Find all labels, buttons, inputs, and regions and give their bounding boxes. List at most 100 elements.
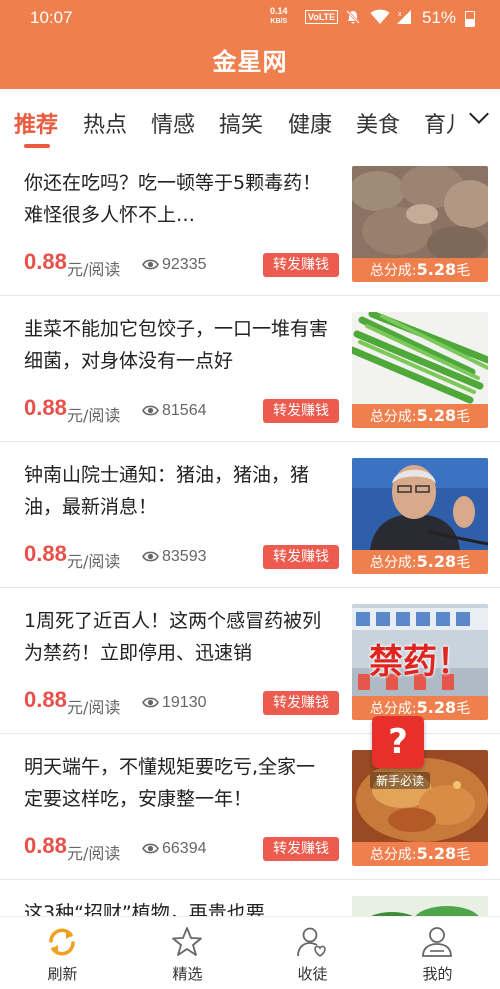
article-price: 0.88 [24, 395, 67, 420]
tab-hot[interactable]: 热点 [83, 107, 127, 139]
view-count: 81564 [162, 402, 207, 419]
tab-emotion[interactable]: 情感 [151, 107, 195, 139]
nav-label: 我的 [422, 965, 453, 983]
article-item[interactable]: 你还在吃吗？吃一顿等于5颗毒药！难怪很多人怀不上… 0.88 元/阅读 9233… [0, 149, 500, 296]
split-suffix: 毛 [456, 701, 471, 717]
chives-image [352, 312, 488, 404]
mute-icon [346, 10, 360, 24]
beginner-guide-button[interactable]: ? 新手必读 [370, 716, 430, 790]
split-prefix: 总分成: [369, 701, 417, 717]
nav-label: 精选 [172, 965, 203, 983]
article-price: 0.88 [24, 833, 67, 858]
article-item[interactable]: 韭菜不能加它包饺子，一口一堆有害细菌，对身体没有一点好 0.88 元/阅读 81… [0, 295, 500, 442]
eye-icon [142, 843, 159, 854]
tab-food[interactable]: 美食 [356, 107, 400, 139]
svg-text:x: x [398, 11, 402, 18]
wifi-icon [370, 9, 390, 24]
share-earn-button[interactable]: 转发赚钱 [263, 253, 339, 277]
nav-recruit[interactable]: 收徒 [250, 917, 375, 989]
split-suffix: 毛 [456, 263, 471, 279]
tab-funny[interactable]: 搞笑 [219, 107, 263, 139]
article-thumbnail[interactable]: 禁药！ 总分成:5.28毛 [352, 604, 488, 720]
article-item[interactable]: 1周死了近百人！这两个感冒药被列为禁药！立即停用、迅速销 0.88 元/阅读 1… [0, 587, 500, 734]
article-title[interactable]: 这3种“招财”植物，再贵也要 [24, 897, 334, 916]
bottom-nav: 刷新 精选 收徒 我的 [0, 916, 500, 989]
article-thumbnail[interactable]: 总分成:5.28毛 [352, 458, 488, 574]
price-unit: 元/阅读 [67, 260, 121, 279]
split-prefix: 总分成: [369, 409, 417, 425]
page-title: 金星网 [212, 48, 288, 76]
eye-icon [142, 405, 159, 416]
app-title-bar: 金星网 [0, 34, 500, 89]
article-title[interactable]: 钟南山院士通知：猪油，猪油，猪油，最新消息！ [24, 459, 334, 523]
share-split-bar: 总分成:5.28毛 [352, 404, 488, 428]
tab-recommend[interactable]: 推荐 [14, 107, 58, 139]
article-price: 0.88 [24, 687, 67, 712]
share-earn-button[interactable]: 转发赚钱 [263, 545, 339, 569]
chevron-down-icon[interactable] [469, 104, 489, 124]
beginner-guide-label[interactable]: 新手必读 [370, 772, 430, 789]
nav-me[interactable]: 我的 [375, 917, 500, 989]
status-bar: 10:07 0.14 KB/S VoLTE x 51% [0, 0, 500, 34]
volte-badge: VoLTE [305, 10, 339, 24]
article-item[interactable]: 钟南山院士通知：猪油，猪油，猪油，最新消息！ 0.88 元/阅读 83593 转… [0, 441, 500, 588]
price-unit: 元/阅读 [67, 406, 121, 425]
tab-more-area[interactable] [454, 89, 500, 149]
food-image [352, 166, 488, 258]
refresh-icon [49, 928, 75, 956]
share-earn-button[interactable]: 转发赚钱 [263, 837, 339, 861]
plant-image [352, 896, 488, 916]
user-heart-icon [297, 927, 326, 957]
star-icon [172, 927, 202, 956]
price-unit: 元/阅读 [67, 698, 121, 717]
article-title[interactable]: 明天端午，不懂规矩要吃亏,全家一定要这样吃，安康整一年！ [24, 751, 334, 815]
article-title[interactable]: 韭菜不能加它包饺子，一口一堆有害细菌，对身体没有一点好 [24, 313, 334, 377]
split-value: 5.28 [416, 260, 457, 279]
user-icon [422, 927, 452, 957]
signal-icon: x [397, 10, 411, 24]
nav-label: 收徒 [297, 965, 328, 983]
split-value: 5.28 [416, 844, 457, 863]
split-prefix: 总分成: [369, 263, 417, 279]
share-split-bar: 总分成:5.28毛 [352, 550, 488, 574]
nav-refresh[interactable]: 刷新 [0, 917, 125, 989]
split-suffix: 毛 [456, 409, 471, 425]
net-speed-unit: KB/S [270, 18, 288, 25]
thumbnail-caption: 禁药！ [369, 642, 471, 682]
share-split-bar: 总分成:5.28毛 [352, 842, 488, 866]
split-value: 5.28 [416, 406, 457, 425]
split-suffix: 毛 [456, 847, 471, 863]
article-thumbnail[interactable] [352, 896, 488, 916]
view-count: 83593 [162, 548, 207, 565]
tab-health[interactable]: 健康 [288, 107, 332, 139]
share-earn-button[interactable]: 转发赚钱 [263, 399, 339, 423]
battery-icon [465, 11, 475, 27]
split-prefix: 总分成: [369, 555, 417, 571]
article-title[interactable]: 你还在吃吗？吃一顿等于5颗毒药！难怪很多人怀不上… [24, 167, 334, 231]
price-unit: 元/阅读 [67, 844, 121, 863]
article-thumbnail[interactable]: 总分成:5.28毛 [352, 166, 488, 282]
article-item[interactable]: 这3种“招财”植物，再贵也要 [0, 879, 500, 916]
network-speed: 0.14 KB/S [270, 7, 288, 26]
eye-icon [142, 697, 159, 708]
eye-icon [142, 551, 159, 562]
eye-icon [142, 259, 159, 270]
split-prefix: 总分成: [369, 847, 417, 863]
split-value: 5.28 [416, 552, 457, 571]
split-suffix: 毛 [456, 555, 471, 571]
view-count: 19130 [162, 694, 207, 711]
net-speed-value: 0.14 [270, 6, 288, 16]
nav-label: 刷新 [47, 965, 78, 983]
active-tab-indicator [24, 144, 50, 148]
view-count: 92335 [162, 256, 207, 273]
article-thumbnail[interactable]: 总分成:5.28毛 [352, 312, 488, 428]
price-unit: 元/阅读 [67, 552, 121, 571]
article-price: 0.88 [24, 249, 67, 274]
share-earn-button[interactable]: 转发赚钱 [263, 691, 339, 715]
nav-featured[interactable]: 精选 [125, 917, 250, 989]
article-title[interactable]: 1周死了近百人！这两个感冒药被列为禁药！立即停用、迅速销 [24, 605, 334, 669]
portrait-image [352, 458, 488, 550]
view-count: 66394 [162, 840, 207, 857]
question-icon[interactable]: ? [372, 716, 424, 768]
share-split-bar: 总分成:5.28毛 [352, 258, 488, 282]
